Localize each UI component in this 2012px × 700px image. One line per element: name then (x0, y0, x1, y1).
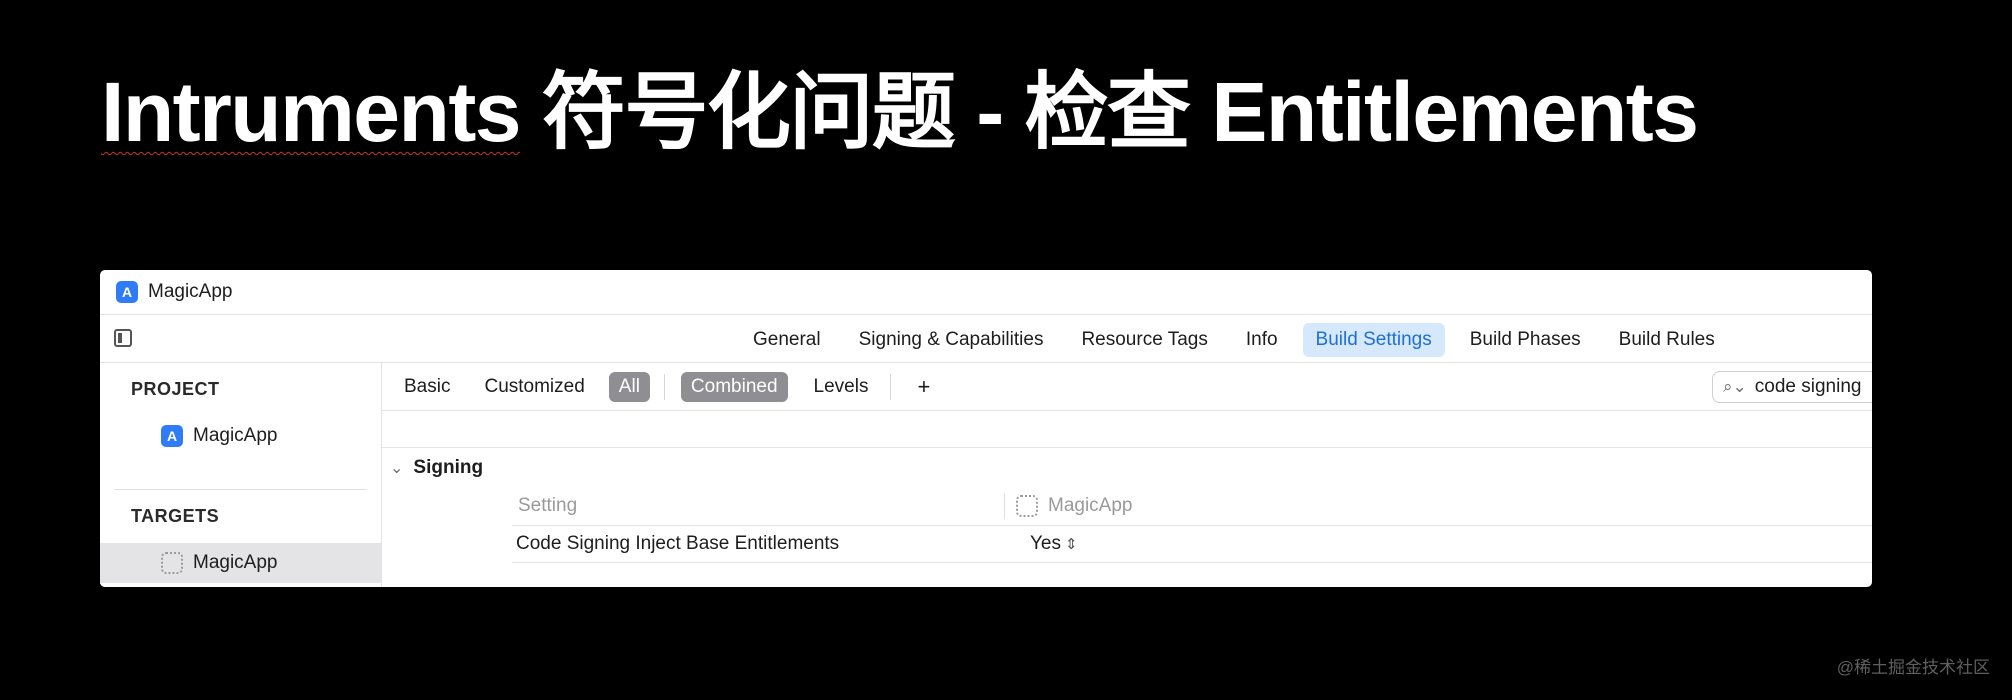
tab-resource-tags[interactable]: Resource Tags (1068, 323, 1220, 357)
divider (663, 373, 665, 400)
window-titlebar: A MagicApp (100, 270, 1872, 315)
project-header: PROJECT (131, 379, 220, 399)
watermark: @稀土掘金技术社区 (1836, 658, 1990, 677)
build-settings-content: Basic Customized All Combined Levels + ⌕… (382, 363, 1872, 587)
up-down-stepper-icon[interactable]: ⇕ (1065, 535, 1078, 553)
setting-value[interactable]: Yes ⇕ (1030, 533, 1078, 555)
filter-combined-button[interactable]: Combined (680, 371, 788, 402)
sidebar-toggle-icon[interactable] (114, 329, 132, 347)
window-title: MagicApp (148, 281, 233, 302)
search-icon: ⌕⌄ (1723, 377, 1747, 396)
filter-levels-button[interactable]: Levels (804, 372, 879, 402)
add-setting-button[interactable]: + (907, 370, 940, 404)
tab-signing-capabilities[interactable]: Signing & Capabilities (846, 323, 1057, 357)
sidebar-item-label: MagicApp (193, 425, 278, 446)
chevron-down-icon[interactable]: ⌄ (390, 458, 403, 478)
editor-tabs: General Signing & Capabilities Resource … (740, 323, 1740, 357)
setting-value-text: Yes (1030, 533, 1061, 554)
search-field[interactable]: ⌕⌄ code signing (1712, 371, 1872, 403)
app-icon: A (161, 425, 183, 447)
app-icon: A (116, 281, 138, 303)
filter-bar: Basic Customized All Combined Levels + ⌕… (382, 363, 1872, 411)
column-header-row: Setting MagicApp (512, 487, 1872, 526)
slide-title: Intruments 符号化问题 - 检查 Entitlements (101, 62, 1699, 162)
group-title: Signing (413, 457, 484, 478)
project-sidebar: PROJECT A MagicApp TARGETS MagicApp (100, 363, 382, 587)
targets-header: TARGETS (131, 506, 220, 526)
column-target: MagicApp (1016, 495, 1133, 517)
filter-customized-button[interactable]: Customized (474, 372, 594, 402)
tab-info[interactable]: Info (1233, 323, 1291, 357)
sidebar-item-target[interactable]: MagicApp (100, 543, 381, 583)
column-target-label: MagicApp (1048, 495, 1133, 516)
slide-title-word: Intruments (101, 65, 522, 159)
search-input[interactable]: code signing (1755, 376, 1862, 398)
column-setting-label: Setting (518, 495, 578, 516)
sidebar-divider (114, 489, 367, 490)
signing-group-header[interactable]: ⌄ Signing (382, 447, 1872, 488)
slide-title-rest: 符号化问题 - 检查 Entitlements (520, 65, 1699, 159)
sidebar-item-label: MagicApp (193, 552, 278, 573)
divider (890, 373, 892, 400)
setting-row[interactable]: Code Signing Inject Base Entitlements Ye… (512, 526, 1872, 563)
tab-build-settings[interactable]: Build Settings (1302, 323, 1445, 357)
xcode-window: A MagicApp General Signing & Capabilitie… (100, 270, 1872, 587)
setting-name: Code Signing Inject Base Entitlements (516, 533, 840, 554)
filter-all-button[interactable]: All (608, 371, 650, 402)
sidebar-item-project[interactable]: A MagicApp (100, 416, 381, 456)
tab-general[interactable]: General (740, 323, 834, 357)
editor-toolbar: General Signing & Capabilities Resource … (100, 315, 1872, 363)
target-icon (161, 552, 183, 574)
filter-basic-button[interactable]: Basic (394, 372, 460, 402)
target-icon (1016, 495, 1038, 517)
column-divider (1004, 493, 1005, 519)
tab-build-rules[interactable]: Build Rules (1606, 323, 1728, 357)
tab-build-phases[interactable]: Build Phases (1457, 323, 1594, 357)
